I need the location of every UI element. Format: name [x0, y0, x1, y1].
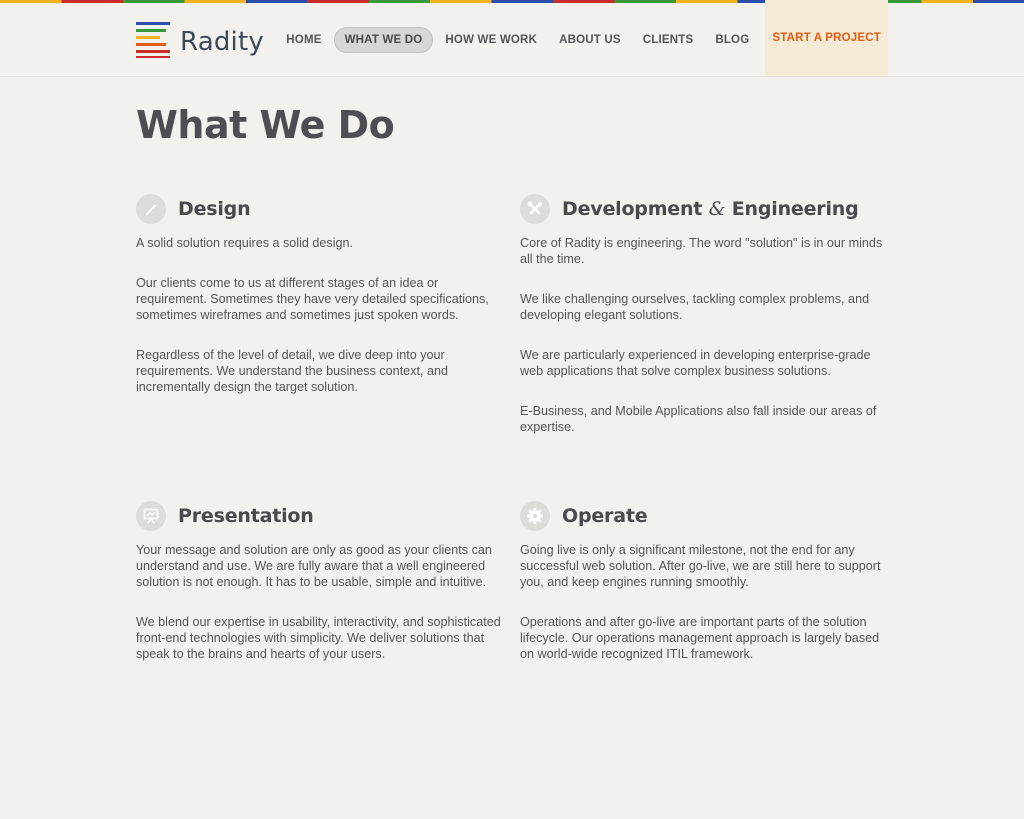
site-header: Radity HOME WHAT WE DO HOW WE WORK ABOUT…: [0, 0, 1024, 77]
section-paragraph: We like challenging ourselves, tackling …: [520, 292, 870, 322]
gear-icon: [520, 501, 550, 531]
section-paragraph: E-Business, and Mobile Applications also…: [520, 404, 877, 434]
section-title: Presentation: [178, 505, 314, 527]
section-paragraph: Your message and solution are only as go…: [136, 543, 492, 589]
ampersand: &: [708, 198, 726, 220]
nav-blog[interactable]: BLOG: [705, 28, 759, 52]
section-title: Design: [178, 198, 251, 220]
section-title: Operate: [562, 505, 648, 527]
logo-text: Radity: [180, 26, 264, 57]
pencil-icon: [136, 194, 166, 224]
section-title-part: Engineering: [731, 198, 859, 220]
nav-what-we-do[interactable]: WHAT WE DO: [333, 26, 434, 53]
section-presentation: Presentation Your message and solution a…: [136, 500, 504, 686]
section-paragraph: Going live is only a significant milesto…: [520, 543, 881, 589]
section-design: Design A solid solution requires a solid…: [136, 193, 504, 419]
section-paragraph: We blend our expertise in usability, int…: [136, 615, 501, 661]
nav-home[interactable]: HOME: [276, 28, 331, 52]
section-paragraph: Regardless of the level of detail, we di…: [136, 348, 448, 394]
logo[interactable]: Radity: [136, 22, 264, 59]
nav-clients[interactable]: CLIENTS: [633, 28, 704, 52]
nav-how-we-work[interactable]: HOW WE WORK: [435, 28, 547, 52]
section-paragraph: Operations and after go-live are importa…: [520, 615, 880, 661]
section-title-part: Development: [562, 198, 703, 220]
section-title: Development & Engineering: [562, 198, 859, 220]
section-paragraph: Core of Radity is engineering. The word …: [520, 236, 883, 266]
page-title: What We Do: [136, 103, 395, 147]
section-development-engineering: Development & Engineering Core of Radity…: [520, 193, 888, 459]
logo-mark-icon: [136, 22, 172, 59]
section-paragraph: A solid solution requires a solid design…: [136, 236, 354, 250]
section-paragraph: We are particularly experienced in devel…: [520, 348, 871, 378]
section-operate: Operate Going live is only a significant…: [520, 500, 888, 686]
presentation-board-icon: [136, 501, 166, 531]
nav-about-us[interactable]: ABOUT US: [549, 28, 631, 52]
main-nav: HOME WHAT WE DO HOW WE WORK ABOUT US CLI…: [274, 0, 888, 76]
section-paragraph: Our clients come to us at different stag…: [136, 276, 489, 322]
tools-icon: [520, 194, 550, 224]
start-project-button[interactable]: START A PROJECT: [765, 0, 888, 76]
